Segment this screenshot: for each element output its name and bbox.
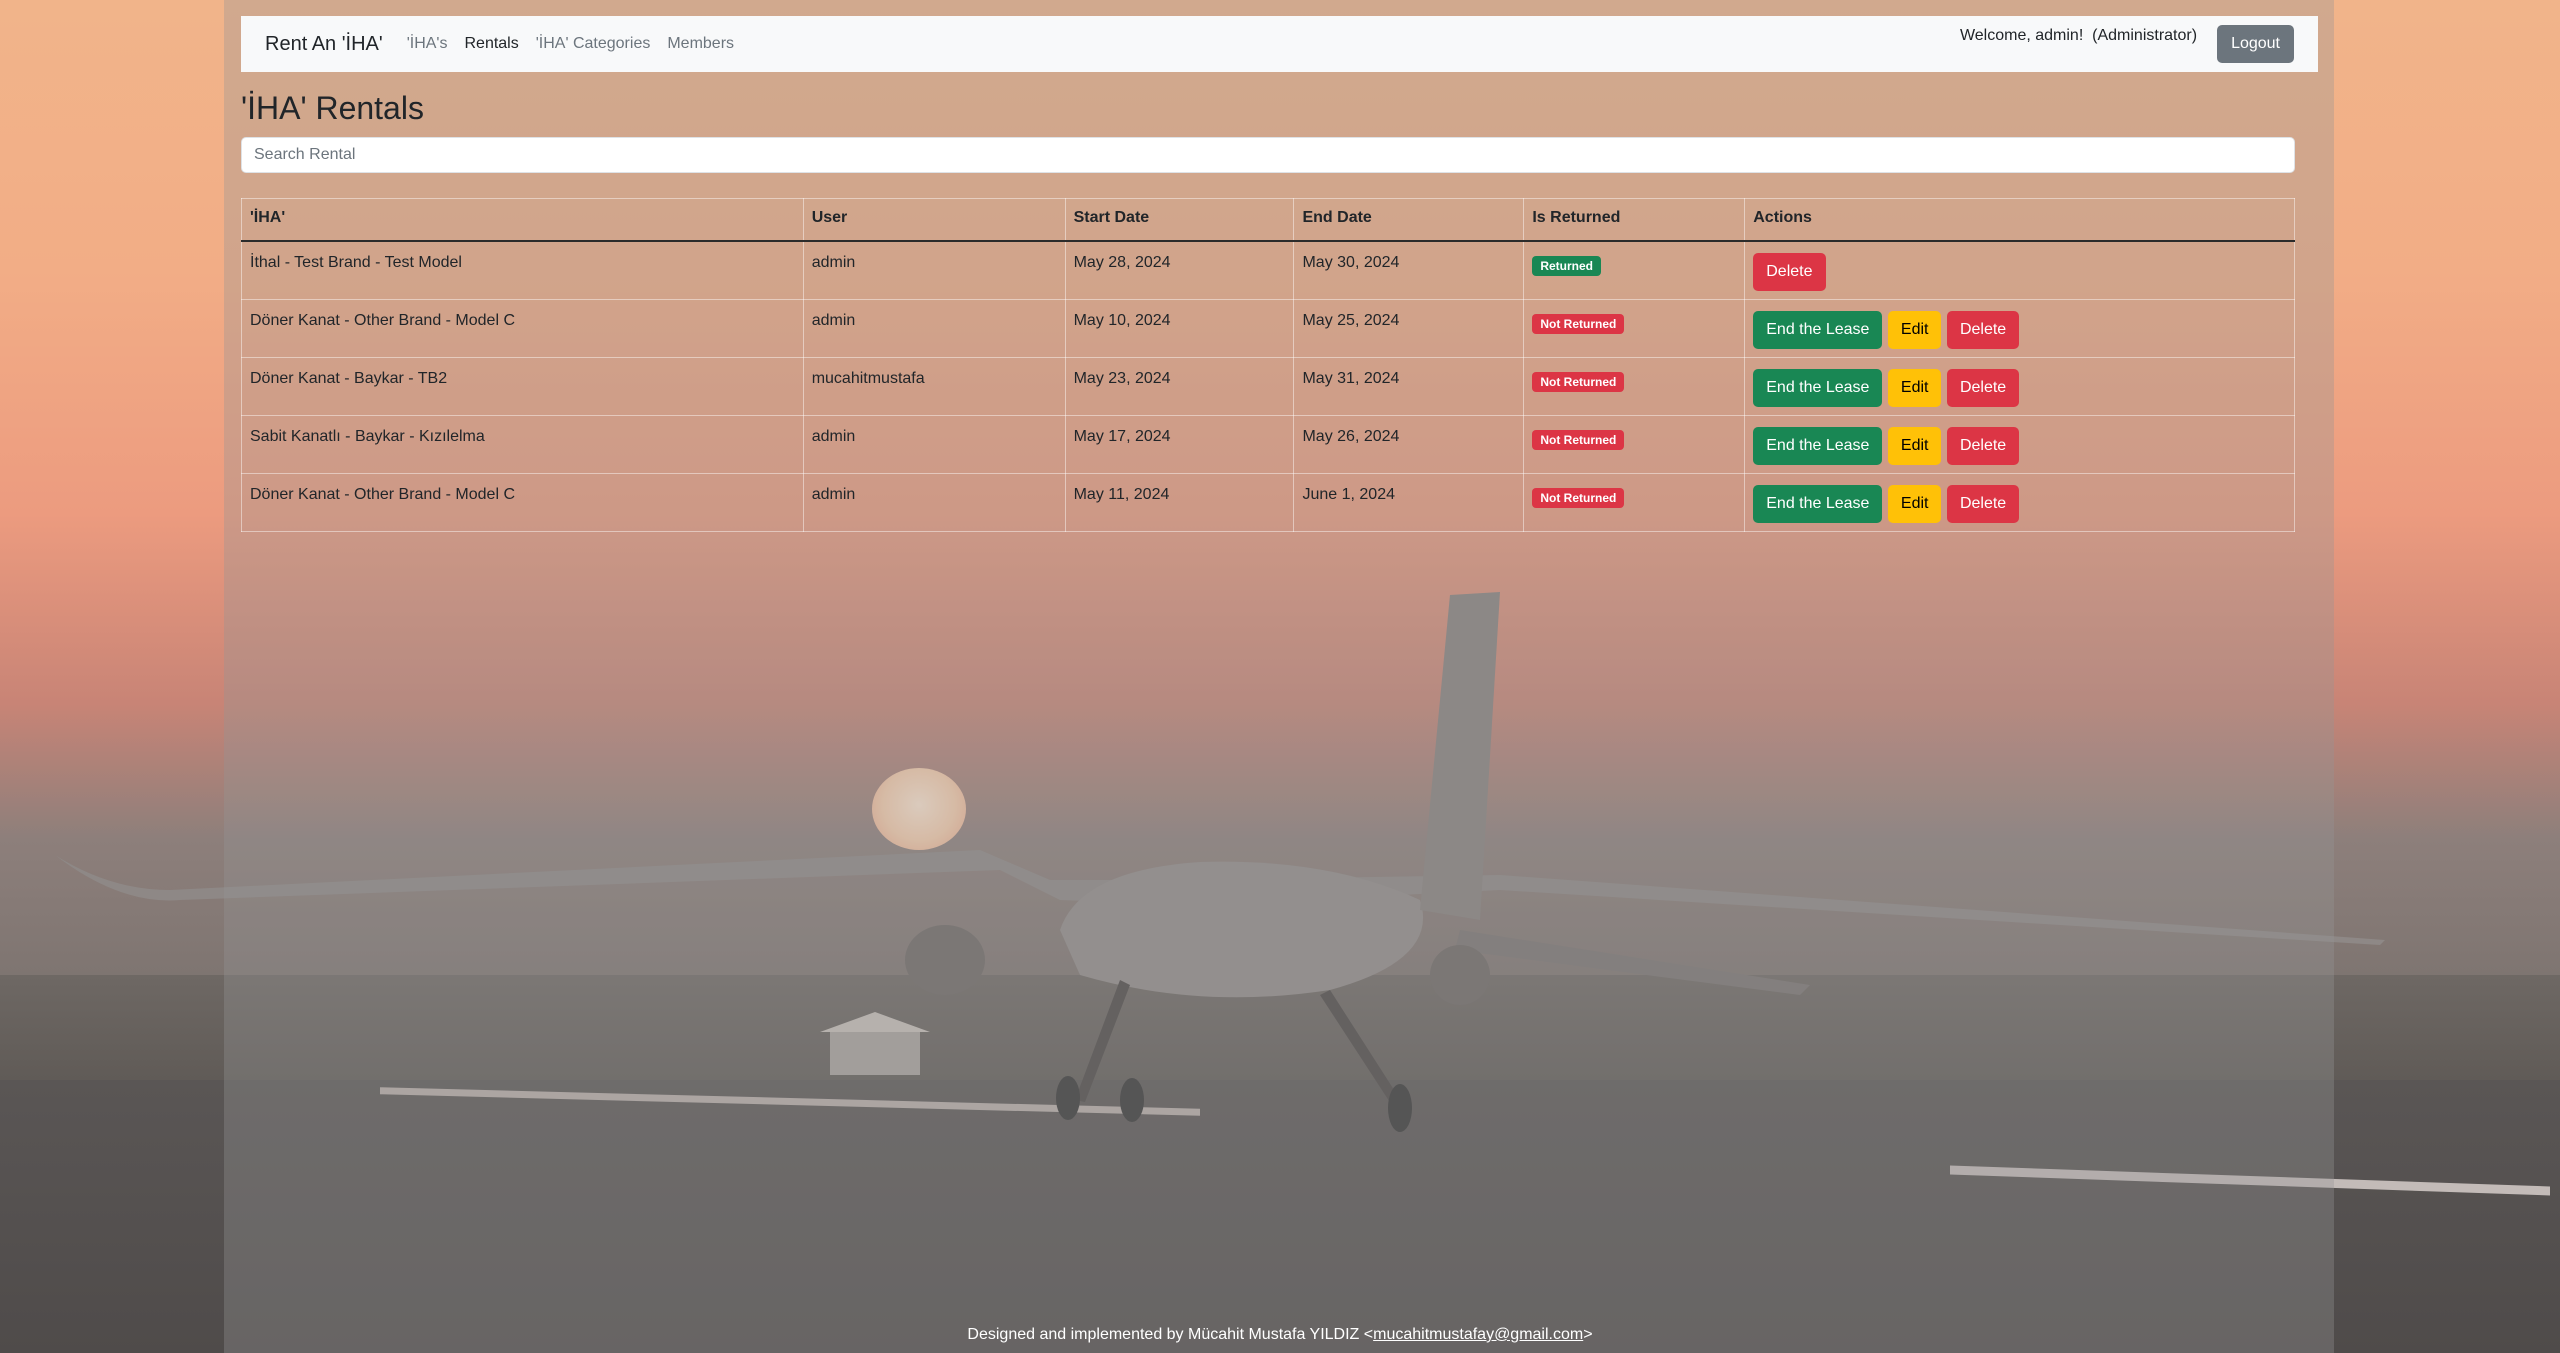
status-badge: Returned xyxy=(1532,255,1602,276)
rentals-table: 'İHA' User Start Date End Date Is Return… xyxy=(241,198,2295,532)
search-input[interactable] xyxy=(241,137,2295,173)
column-header-start-date: Start Date xyxy=(1064,198,1295,242)
cell-user: admin xyxy=(802,414,1066,474)
edit-button[interactable]: Edit xyxy=(1887,426,1942,465)
column-header-end-date: End Date xyxy=(1293,198,1525,242)
cell-end-date: June 1, 2024 xyxy=(1293,472,1525,532)
table-row: Sabit Kanatlı - Baykar - Kızılelma admin… xyxy=(241,414,2295,474)
table-row: Döner Kanat - Baykar - TB2 mucahitmustaf… xyxy=(241,356,2295,416)
delete-button[interactable]: Delete xyxy=(1753,252,1826,291)
cell-iha: Sabit Kanatlı - Baykar - Kızılelma xyxy=(241,414,804,474)
cell-end-date: May 30, 2024 xyxy=(1293,240,1525,300)
edit-button[interactable]: Edit xyxy=(1887,484,1942,523)
cell-is-returned: Not Returned xyxy=(1523,472,1746,532)
cell-is-returned: Not Returned xyxy=(1523,414,1746,474)
cell-iha: İthal - Test Brand - Test Model xyxy=(241,240,804,300)
status-badge: Not Returned xyxy=(1532,487,1625,508)
edit-button[interactable]: Edit xyxy=(1887,310,1942,349)
end-lease-button[interactable]: End the Lease xyxy=(1753,484,1883,523)
footer: Designed and implemented by Mücahit Must… xyxy=(0,1326,2560,1344)
cell-start-date: May 28, 2024 xyxy=(1064,240,1295,300)
nav-link-ihas[interactable]: 'İHA's xyxy=(407,35,448,53)
footer-suffix: > xyxy=(1583,1326,1593,1343)
cell-user: admin xyxy=(802,298,1066,358)
cell-is-returned: Not Returned xyxy=(1523,356,1746,416)
cell-start-date: May 17, 2024 xyxy=(1064,414,1295,474)
delete-button[interactable]: Delete xyxy=(1946,426,2020,465)
cell-end-date: May 31, 2024 xyxy=(1293,356,1525,416)
column-header-iha: 'İHA' xyxy=(241,198,804,242)
status-badge: Not Returned xyxy=(1532,313,1625,334)
logout-button[interactable]: Logout xyxy=(2217,25,2294,63)
delete-button[interactable]: Delete xyxy=(1946,368,2020,407)
page-title: 'İHA' Rentals xyxy=(241,90,424,126)
footer-email-link[interactable]: mucahitmustafay@gmail.com xyxy=(1373,1326,1583,1343)
cell-start-date: May 10, 2024 xyxy=(1064,298,1295,358)
cell-is-returned: Returned xyxy=(1523,240,1746,300)
end-lease-button[interactable]: End the Lease xyxy=(1753,426,1883,465)
table-header-row: 'İHA' User Start Date End Date Is Return… xyxy=(241,198,2295,242)
cell-end-date: May 25, 2024 xyxy=(1293,298,1525,358)
cell-actions: End the Lease Edit Delete xyxy=(1744,356,2295,416)
cell-actions: End the Lease Edit Delete xyxy=(1744,414,2295,474)
footer-credit: Designed and implemented by Mücahit Must… xyxy=(967,1326,1374,1343)
cell-iha: Döner Kanat - Other Brand - Model C xyxy=(241,298,804,358)
delete-button[interactable]: Delete xyxy=(1946,484,2020,523)
column-header-user: User xyxy=(802,198,1066,242)
cell-start-date: May 23, 2024 xyxy=(1064,356,1295,416)
column-header-actions: Actions xyxy=(1744,198,2295,242)
delete-button[interactable]: Delete xyxy=(1946,310,2020,349)
brand-logo[interactable]: Rent An 'İHA' xyxy=(265,33,383,56)
cell-user: admin xyxy=(802,472,1066,532)
nav-link-rentals[interactable]: Rentals xyxy=(464,35,518,53)
cell-actions: Delete xyxy=(1744,240,2295,300)
end-lease-button[interactable]: End the Lease xyxy=(1753,310,1883,349)
table-row: İthal - Test Brand - Test Model admin Ma… xyxy=(241,240,2295,300)
edit-button[interactable]: Edit xyxy=(1887,368,1942,407)
nav-link-members[interactable]: Members xyxy=(667,35,734,53)
welcome-text: Welcome, admin! (Administrator) xyxy=(1959,27,2198,44)
cell-iha: Döner Kanat - Other Brand - Model C xyxy=(241,472,804,532)
cell-iha: Döner Kanat - Baykar - TB2 xyxy=(241,356,804,416)
end-lease-button[interactable]: End the Lease xyxy=(1753,368,1883,407)
status-badge: Not Returned xyxy=(1532,371,1625,392)
cell-end-date: May 26, 2024 xyxy=(1293,414,1525,474)
cell-is-returned: Not Returned xyxy=(1523,298,1746,358)
cell-actions: End the Lease Edit Delete xyxy=(1744,298,2295,358)
nav-user-area: Welcome, admin! (Administrator) Logout xyxy=(1960,25,2294,63)
cell-start-date: May 11, 2024 xyxy=(1064,472,1295,532)
cell-actions: End the Lease Edit Delete xyxy=(1744,472,2295,532)
status-badge: Not Returned xyxy=(1532,429,1625,450)
column-header-is-returned: Is Returned xyxy=(1523,198,1746,242)
nav-link-iha-categories[interactable]: 'İHA' Categories xyxy=(536,35,651,53)
table-row: Döner Kanat - Other Brand - Model C admi… xyxy=(241,472,2295,532)
cell-user: mucahitmustafa xyxy=(802,356,1066,416)
navbar: Rent An 'İHA' 'İHA's Rentals 'İHA' Categ… xyxy=(241,16,2318,72)
cell-user: admin xyxy=(802,240,1066,300)
table-row: Döner Kanat - Other Brand - Model C admi… xyxy=(241,298,2295,358)
